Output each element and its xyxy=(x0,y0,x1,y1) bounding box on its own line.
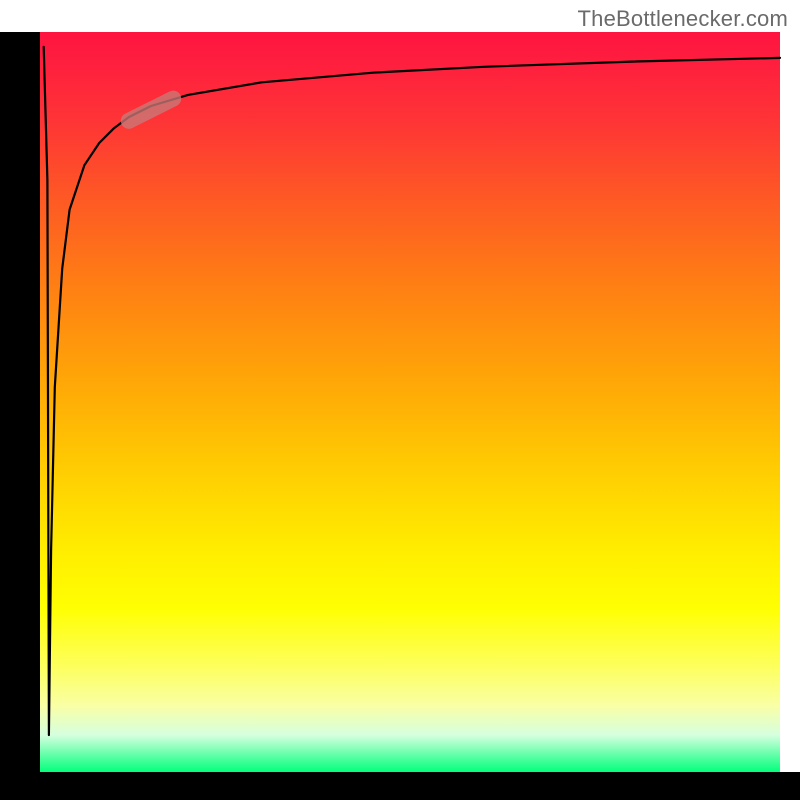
y-axis-band xyxy=(0,32,40,772)
chart-root: TheBottlenecker.com xyxy=(0,0,800,800)
plot-area xyxy=(40,32,780,772)
x-axis-band xyxy=(0,772,800,800)
highlight-marker xyxy=(129,99,173,121)
curve-line xyxy=(44,47,780,735)
curve-svg xyxy=(40,32,780,772)
attribution-text: TheBottlenecker.com xyxy=(578,6,788,32)
